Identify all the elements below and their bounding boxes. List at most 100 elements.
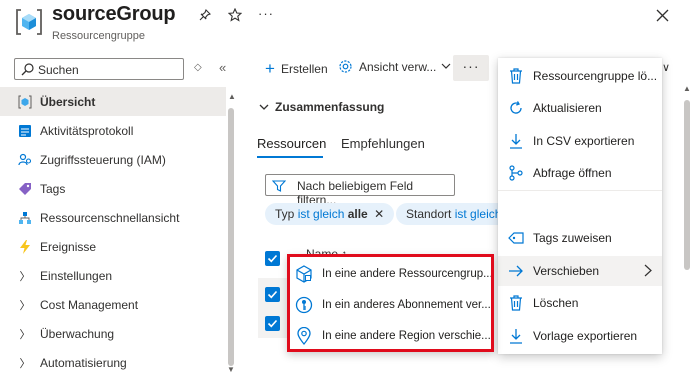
resource-group-icon (18, 95, 32, 109)
sidebar-item-label: Ereignisse (40, 239, 97, 254)
download-icon (507, 327, 525, 345)
scroll-up-icon[interactable]: ▲ (228, 92, 236, 101)
arrow-right-icon (507, 262, 525, 280)
collapse-sidebar-icon[interactable]: « (219, 60, 226, 75)
sidebar-item-events[interactable]: Ereignisse (0, 232, 226, 261)
menu-item-label: In CSV exportieren (533, 134, 635, 148)
filter-pill-type[interactable]: Typ ist gleich alle ✕ (265, 203, 395, 225)
sidebar: Übersicht Aktivitätsprotokoll Zugriffsst… (0, 87, 226, 377)
download-icon (507, 132, 525, 150)
sidebar-item-label: Tags (40, 181, 66, 196)
sidebar-item-resource-visualizer[interactable]: Ressourcenschnellansicht (0, 203, 226, 232)
cube-icon (295, 265, 313, 283)
star-icon[interactable] (228, 8, 242, 22)
page-title: sourceGroup (52, 3, 176, 25)
close-icon[interactable] (656, 9, 669, 22)
submenu-item-label: In eine andere Region verschie... (322, 330, 491, 342)
pill-operator: ist gleich (297, 207, 345, 221)
submenu-item-move-region[interactable]: In eine andere Region verschie... (290, 321, 491, 351)
sidebar-item-label: Cost Management (40, 297, 139, 312)
sidebar-item-overview[interactable]: Übersicht (0, 87, 226, 116)
tab-resources[interactable]: Ressourcen (257, 136, 326, 151)
row-checkbox[interactable] (265, 287, 280, 302)
filter-input[interactable]: Nach beliebigem Feld filtern... (265, 174, 455, 207)
sidebar-item-label: Aktivitätsprotokoll (40, 123, 134, 138)
select-all-checkbox[interactable] (265, 251, 280, 266)
submenu-item-label: In eine andere Ressourcengrup... (322, 268, 491, 280)
scroll-down-icon[interactable]: ▼ (227, 365, 235, 374)
location-pin-icon (295, 327, 313, 345)
menu-item-export-template[interactable]: Vorlage exportieren (498, 321, 662, 351)
sidebar-item-label: Automatisierung (40, 355, 127, 370)
sidebar-scrollbar[interactable] (228, 108, 234, 366)
chevron-down-icon (259, 104, 269, 111)
sidebar-item-activity-log[interactable]: Aktivitätsprotokoll (0, 116, 226, 145)
activity-log-icon (18, 124, 32, 138)
menu-item-assign-tags[interactable]: Tags zuweisen (498, 223, 662, 253)
submenu-item-move-resource-group[interactable]: In eine andere Ressourcengrup... (290, 259, 491, 289)
menu-item-label: Ressourcengruppe lö... (533, 69, 658, 83)
tab-recommendations[interactable]: Empfehlungen (341, 136, 425, 151)
sidebar-item-label: Ressourcenschnellansicht (40, 210, 180, 225)
filter-pill-location[interactable]: Standort ist gleich (396, 203, 506, 225)
menu-item-label: Tags zuweisen (533, 231, 612, 245)
summary-section-toggle[interactable]: Zusammenfassung (259, 100, 384, 114)
chevron-right-icon: 〉 (19, 328, 31, 341)
chevron-right-icon: 〉 (19, 357, 31, 370)
chevron-right-icon (644, 264, 652, 277)
chevron-down-icon[interactable]: ∨ (662, 61, 670, 74)
close-icon[interactable]: ✕ (374, 207, 384, 221)
manage-view-label: Ansicht verw... (359, 59, 437, 74)
menu-item-refresh[interactable]: Aktualisieren (498, 93, 662, 123)
sidebar-item-label: Einstellungen (40, 268, 113, 283)
chevron-right-icon: 〉 (19, 270, 31, 283)
gear-icon (338, 59, 353, 74)
search-icon (21, 63, 34, 76)
resource-group-icon (14, 7, 44, 37)
search-input[interactable]: Suchen (14, 58, 184, 80)
submenu-item-move-subscription[interactable]: In ein anderes Abonnement ver... (290, 290, 491, 320)
more-options-button[interactable]: ··· (258, 6, 274, 21)
menu-item-label: Verschieben (533, 264, 600, 278)
tag-icon (18, 182, 32, 196)
refresh-icon (507, 99, 525, 117)
pin-icon[interactable] (199, 9, 211, 21)
expand-collapse-icon[interactable]: ◇ (194, 62, 202, 73)
main-scrollbar[interactable] (684, 100, 690, 270)
menu-item-open-query[interactable]: Abfrage öffnen (498, 158, 662, 188)
menu-item-delete[interactable]: Löschen (498, 288, 662, 318)
toolbar-more-button[interactable]: ··· (453, 55, 489, 81)
trash-icon (507, 294, 525, 312)
menu-item-delete-resource-group[interactable]: Ressourcengruppe lö... (498, 61, 662, 91)
active-tab-indicator (257, 156, 323, 158)
row-checkbox[interactable] (265, 316, 280, 331)
search-placeholder: Suchen (38, 63, 79, 77)
pill-operator: ist gleich (454, 207, 502, 221)
sidebar-item-cost-management[interactable]: 〉 Cost Management (0, 290, 226, 319)
create-button[interactable]: + Erstellen (265, 60, 328, 77)
manage-view-button[interactable]: Ansicht verw... (338, 59, 451, 74)
sidebar-item-monitoring[interactable]: 〉 Überwachung (0, 319, 226, 348)
sidebar-item-label: Überwachung (40, 326, 115, 341)
sidebar-item-settings[interactable]: 〉 Einstellungen (0, 261, 226, 290)
menu-item-move[interactable]: Verschieben (498, 256, 662, 286)
menu-item-label: Löschen (533, 296, 579, 310)
key-icon (295, 296, 313, 314)
menu-item-export-csv[interactable]: In CSV exportieren (498, 126, 662, 156)
sidebar-item-label: Zugriffssteuerung (IAM) (40, 152, 166, 167)
menu-item-label: Aktualisieren (533, 101, 602, 115)
trash-icon (507, 67, 525, 85)
query-icon (507, 164, 525, 182)
scroll-up-icon[interactable]: ▲ (683, 84, 691, 93)
iam-people-icon (18, 153, 32, 167)
menu-item-label: Abfrage öffnen (533, 166, 612, 180)
summary-label: Zusammenfassung (275, 100, 385, 114)
create-label: Erstellen (280, 61, 328, 76)
pill-field: Standort (406, 207, 452, 221)
sidebar-item-iam[interactable]: Zugriffssteuerung (IAM) (0, 145, 226, 174)
filter-icon (272, 180, 286, 192)
sidebar-item-automation[interactable]: 〉 Automatisierung (0, 348, 226, 377)
submenu-item-label: In ein anderes Abonnement ver... (322, 299, 491, 311)
sidebar-item-tags[interactable]: Tags (0, 174, 226, 203)
plus-icon: + (265, 59, 275, 78)
